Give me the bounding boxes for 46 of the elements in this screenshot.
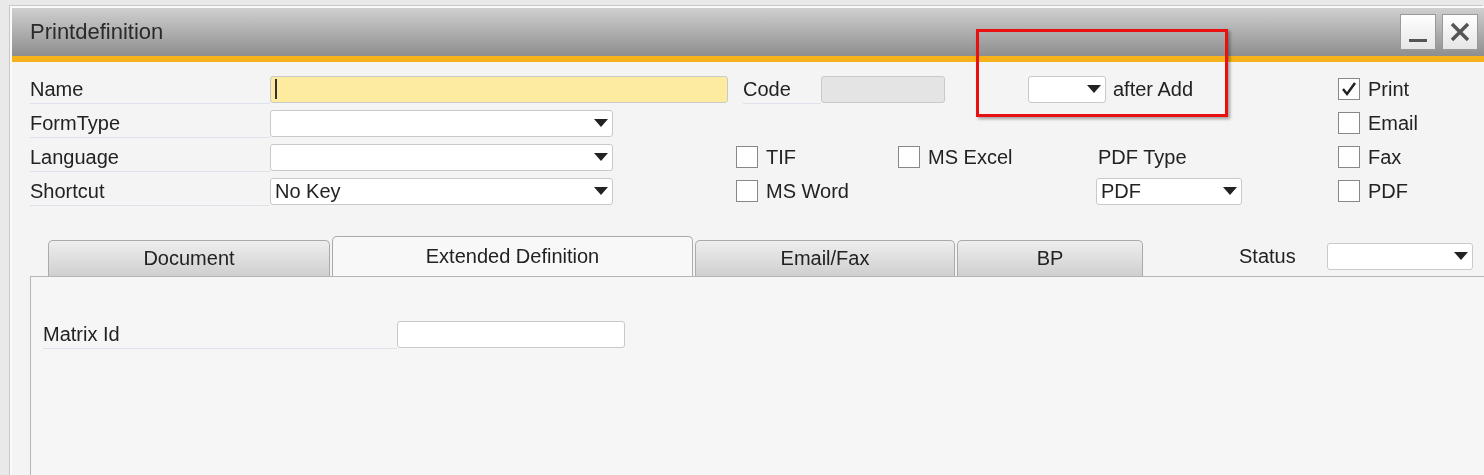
combo-value: PDF <box>1101 179 1141 203</box>
pdf-type-dropdown[interactable]: PDF <box>1096 177 1242 205</box>
tab[interactable]: Extended Definition <box>332 236 693 276</box>
checkbox[interactable] <box>736 146 758 168</box>
close-icon <box>1450 22 1470 42</box>
field-label: Language <box>30 142 270 172</box>
checkbox[interactable] <box>898 146 920 168</box>
dropdown-arrow-icon <box>1454 252 1468 260</box>
checkbox-label: MS Excel <box>928 145 1013 169</box>
pdf-type-label: PDF Type <box>1098 145 1187 169</box>
field-label: Name <box>30 74 270 104</box>
dropdown-arrow-icon <box>594 153 608 161</box>
dropdown-arrow-icon <box>594 187 608 195</box>
minimize-button[interactable] <box>1400 14 1436 50</box>
checkbox[interactable] <box>1338 112 1360 134</box>
checkbox[interactable] <box>736 180 758 202</box>
tab[interactable]: Email/Fax <box>695 240 955 276</box>
dropdown-arrow-icon <box>1223 187 1237 195</box>
checkbox-label: PDF <box>1368 179 1408 203</box>
tab[interactable]: BP <box>957 240 1143 276</box>
dropdown-field[interactable] <box>1028 75 1106 103</box>
checkbox[interactable] <box>1338 180 1360 202</box>
after-add-label: after Add <box>1113 77 1194 101</box>
combo-value: No Key <box>275 179 341 203</box>
dropdown-field[interactable]: No Key <box>270 177 613 205</box>
window-title: Printdefinition <box>30 19 165 45</box>
minimize-icon <box>1409 38 1427 42</box>
tab[interactable]: Document <box>48 240 330 276</box>
checkbox-label: Email <box>1368 111 1418 135</box>
dropdown-field[interactable] <box>270 109 613 137</box>
checkbox-label: TIF <box>766 145 796 169</box>
checkbox-label: MS Word <box>766 179 849 203</box>
checkbox-label: Print <box>1368 77 1410 101</box>
field-label: Shortcut <box>30 176 270 206</box>
dropdown-field[interactable] <box>270 143 613 171</box>
checkbox[interactable] <box>1338 146 1360 168</box>
field-label: Matrix Id <box>43 319 397 349</box>
checkbox-label: Fax <box>1368 145 1402 169</box>
name-field[interactable] <box>270 75 728 103</box>
dropdown-arrow-icon <box>1087 85 1101 93</box>
status-label: Status <box>1239 244 1297 268</box>
dropdown-arrow-icon <box>594 119 608 127</box>
close-button[interactable] <box>1442 14 1478 50</box>
matrix-id-field[interactable] <box>397 320 625 348</box>
checkbox[interactable] <box>1338 78 1360 100</box>
field-label: FormType <box>30 108 270 138</box>
